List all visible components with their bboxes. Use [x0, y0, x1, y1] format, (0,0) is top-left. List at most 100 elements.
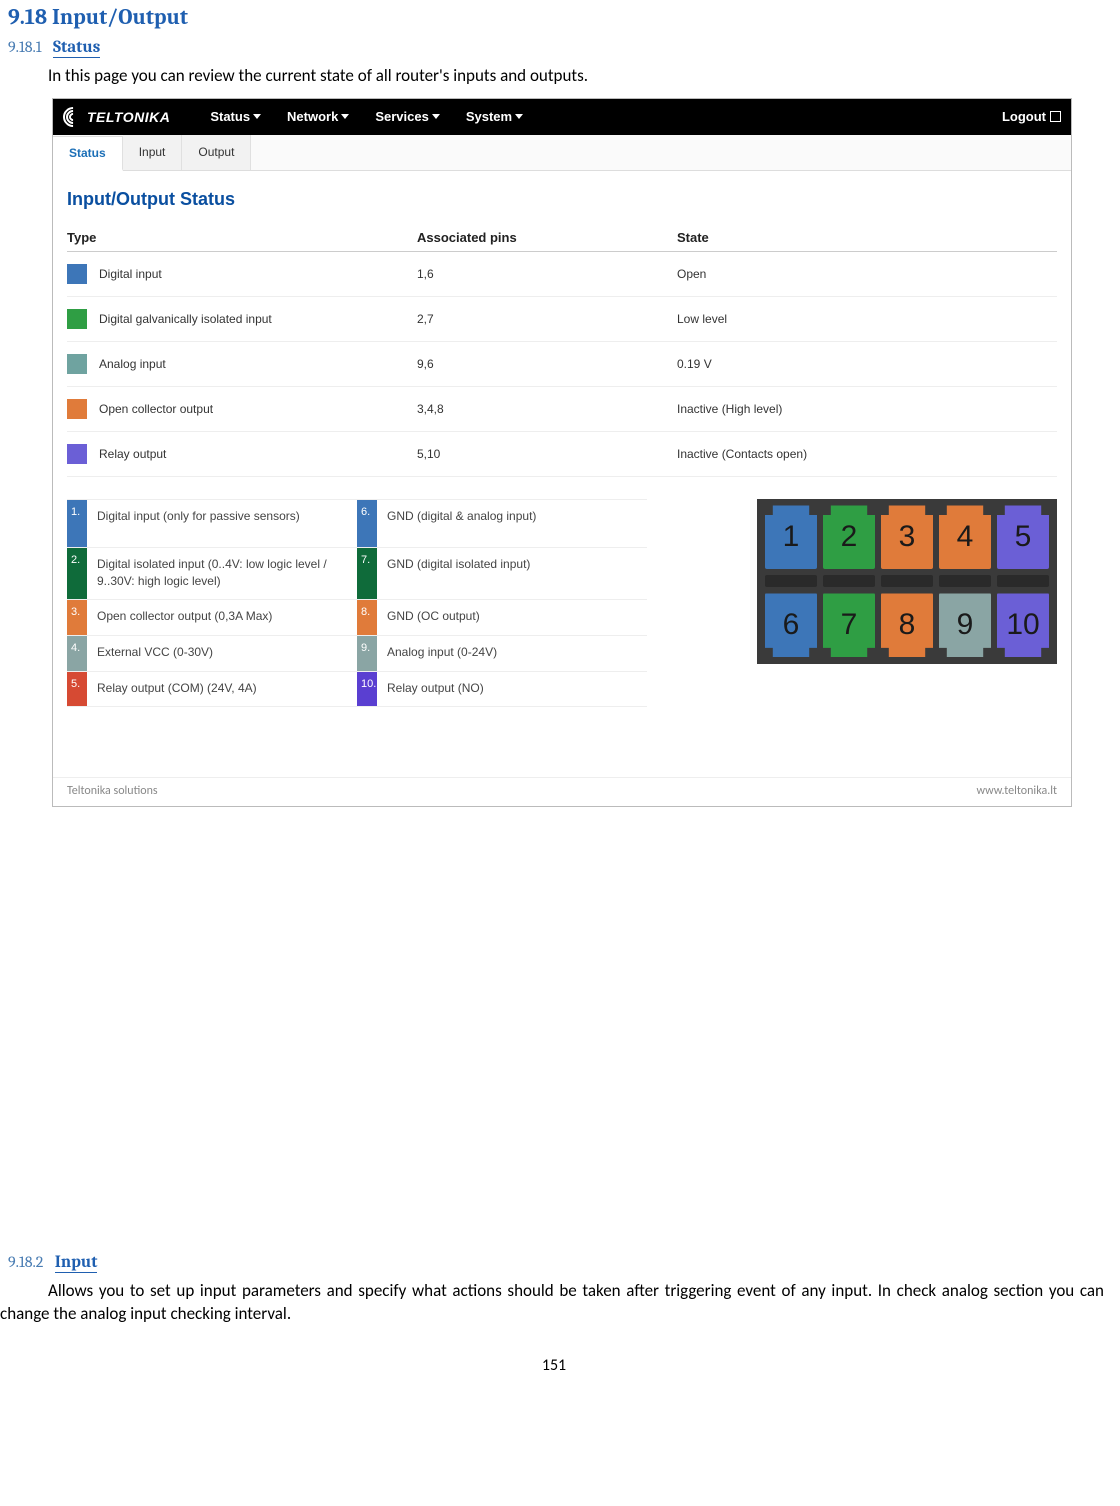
- connector-diagram: 12345 678910: [757, 499, 1057, 664]
- status-row: Open collector output 3,4,8Inactive (High…: [67, 387, 1057, 432]
- type-cell: Analog input: [99, 357, 166, 371]
- nav-services[interactable]: Services: [375, 109, 440, 124]
- status-row: Digital input 1,6Open: [67, 252, 1057, 297]
- legend-row: 10.Relay output (NO): [357, 671, 647, 707]
- legend-row: 5.Relay output (COM) (24V, 4A): [67, 671, 357, 707]
- pins-cell: 2,7: [417, 312, 677, 326]
- logout-button[interactable]: Logout: [1002, 109, 1061, 124]
- legend-right-column: 6.GND (digital & analog input)7.GND (dig…: [357, 499, 647, 707]
- state-cell: Low level: [677, 312, 1057, 326]
- col-pins-header: Associated pins: [417, 230, 677, 245]
- color-swatch: [67, 444, 87, 464]
- type-cell: Digital galvanically isolated input: [99, 312, 272, 326]
- legend-description: Digital isolated input (0..4V: low logic…: [87, 548, 357, 599]
- subsection-number: 9.18.2: [8, 1253, 43, 1271]
- footer-left: Teltonika solutions: [67, 784, 158, 798]
- connector-pin: 10: [997, 593, 1049, 657]
- color-swatch: [67, 309, 87, 329]
- status-intro-text: In this page you can review the current …: [48, 65, 1108, 88]
- legend-description: Relay output (NO): [377, 672, 647, 706]
- tab-input[interactable]: Input: [123, 135, 183, 170]
- legend-row: 3.Open collector output (0,3A Max): [67, 599, 357, 635]
- legend-row: 9.Analog input (0-24V): [357, 635, 647, 671]
- legend-row: 6.GND (digital & analog input): [357, 499, 647, 547]
- status-row: Analog input 9,60.19 V: [67, 342, 1057, 387]
- input-intro-text: Allows you to set up input parameters an…: [0, 1280, 1108, 1326]
- status-row: Digital galvanically isolated input 2,7Lo…: [67, 297, 1057, 342]
- state-cell: Inactive (High level): [677, 402, 1057, 416]
- legend-number: 8.: [357, 600, 377, 635]
- connector-pin: 6: [765, 593, 817, 657]
- chevron-down-icon: [515, 114, 523, 119]
- chevron-down-icon: [253, 114, 261, 119]
- panel-title: Input/Output Status: [67, 189, 1057, 210]
- chevron-down-icon: [341, 114, 349, 119]
- nav-status[interactable]: Status: [210, 109, 261, 124]
- nav-label: Network: [287, 109, 338, 124]
- subsection-title: Status: [53, 38, 100, 58]
- connector-pin: 9: [939, 593, 991, 657]
- type-cell: Digital input: [99, 267, 162, 281]
- top-navbar: TELTONIKA Status Network Services System…: [53, 99, 1071, 135]
- legend-row: 2.Digital isolated input (0..4V: low log…: [67, 547, 357, 599]
- nav-label: System: [466, 109, 512, 124]
- logout-icon: [1050, 111, 1061, 122]
- brand-logo: TELTONIKA: [63, 107, 170, 127]
- connector-pin: 4: [939, 505, 991, 569]
- state-cell: Inactive (Contacts open): [677, 447, 1057, 461]
- connector-pin: 1: [765, 505, 817, 569]
- connector-pin: 7: [823, 593, 875, 657]
- legend-description: GND (OC output): [377, 600, 647, 635]
- col-type-header: Type: [67, 230, 417, 245]
- tab-output[interactable]: Output: [182, 135, 251, 170]
- legend-row: 7.GND (digital isolated input): [357, 547, 647, 599]
- legend-number: 1.: [67, 500, 87, 547]
- legend-number: 9.: [357, 636, 377, 671]
- chevron-down-icon: [432, 114, 440, 119]
- legend-description: GND (digital isolated input): [377, 548, 647, 599]
- logout-label: Logout: [1002, 109, 1046, 124]
- connector-top-row: 12345: [765, 505, 1049, 569]
- legend-description: Digital input (only for passive sensors): [87, 500, 357, 547]
- state-cell: 0.19 V: [677, 357, 1057, 371]
- legend-description: GND (digital & analog input): [377, 500, 647, 547]
- tabs-row: Status Input Output: [53, 135, 1071, 171]
- connector-bottom-row: 678910: [765, 593, 1049, 657]
- content-area: Input/Output Status Type Associated pins…: [53, 171, 1071, 717]
- legend-number: 4.: [67, 636, 87, 671]
- legend-row: 8.GND (OC output): [357, 599, 647, 635]
- section-heading: 9.18 Input/Output: [8, 4, 1108, 30]
- connector-pin: 8: [881, 593, 933, 657]
- legend-number: 10.: [357, 672, 377, 706]
- logo-icon: [63, 107, 83, 127]
- color-swatch: [67, 399, 87, 419]
- connector-mid: [765, 575, 1049, 587]
- legend-number: 6.: [357, 500, 377, 547]
- nav-system[interactable]: System: [466, 109, 523, 124]
- legend-number: 7.: [357, 548, 377, 599]
- legend-number: 2.: [67, 548, 87, 599]
- pins-cell: 9,6: [417, 357, 677, 371]
- status-row: Relay output 5,10Inactive (Contacts open): [67, 432, 1057, 477]
- nav-label: Services: [375, 109, 429, 124]
- type-cell: Relay output: [99, 447, 166, 461]
- nav-label: Status: [210, 109, 250, 124]
- legend-left-column: 1.Digital input (only for passive sensor…: [67, 499, 357, 707]
- status-table-body: Digital input 1,6Open Digital galvanically…: [67, 252, 1057, 477]
- type-cell: Open collector output: [99, 402, 213, 416]
- status-table-header: Type Associated pins State: [67, 230, 1057, 252]
- pins-cell: 3,4,8: [417, 402, 677, 416]
- pins-cell: 1,6: [417, 267, 677, 281]
- pins-cell: 5,10: [417, 447, 677, 461]
- tab-status[interactable]: Status: [53, 136, 123, 171]
- col-state-header: State: [677, 230, 1057, 245]
- brand-text: TELTONIKA: [87, 109, 170, 125]
- legend-description: External VCC (0-30V): [87, 636, 357, 671]
- connector-pin: 2: [823, 505, 875, 569]
- pin-legend-area: 1.Digital input (only for passive sensor…: [67, 499, 1057, 707]
- legend-row: 1.Digital input (only for passive sensor…: [67, 499, 357, 547]
- nav-network[interactable]: Network: [287, 109, 349, 124]
- state-cell: Open: [677, 267, 1057, 281]
- legend-description: Relay output (COM) (24V, 4A): [87, 672, 357, 706]
- color-swatch: [67, 264, 87, 284]
